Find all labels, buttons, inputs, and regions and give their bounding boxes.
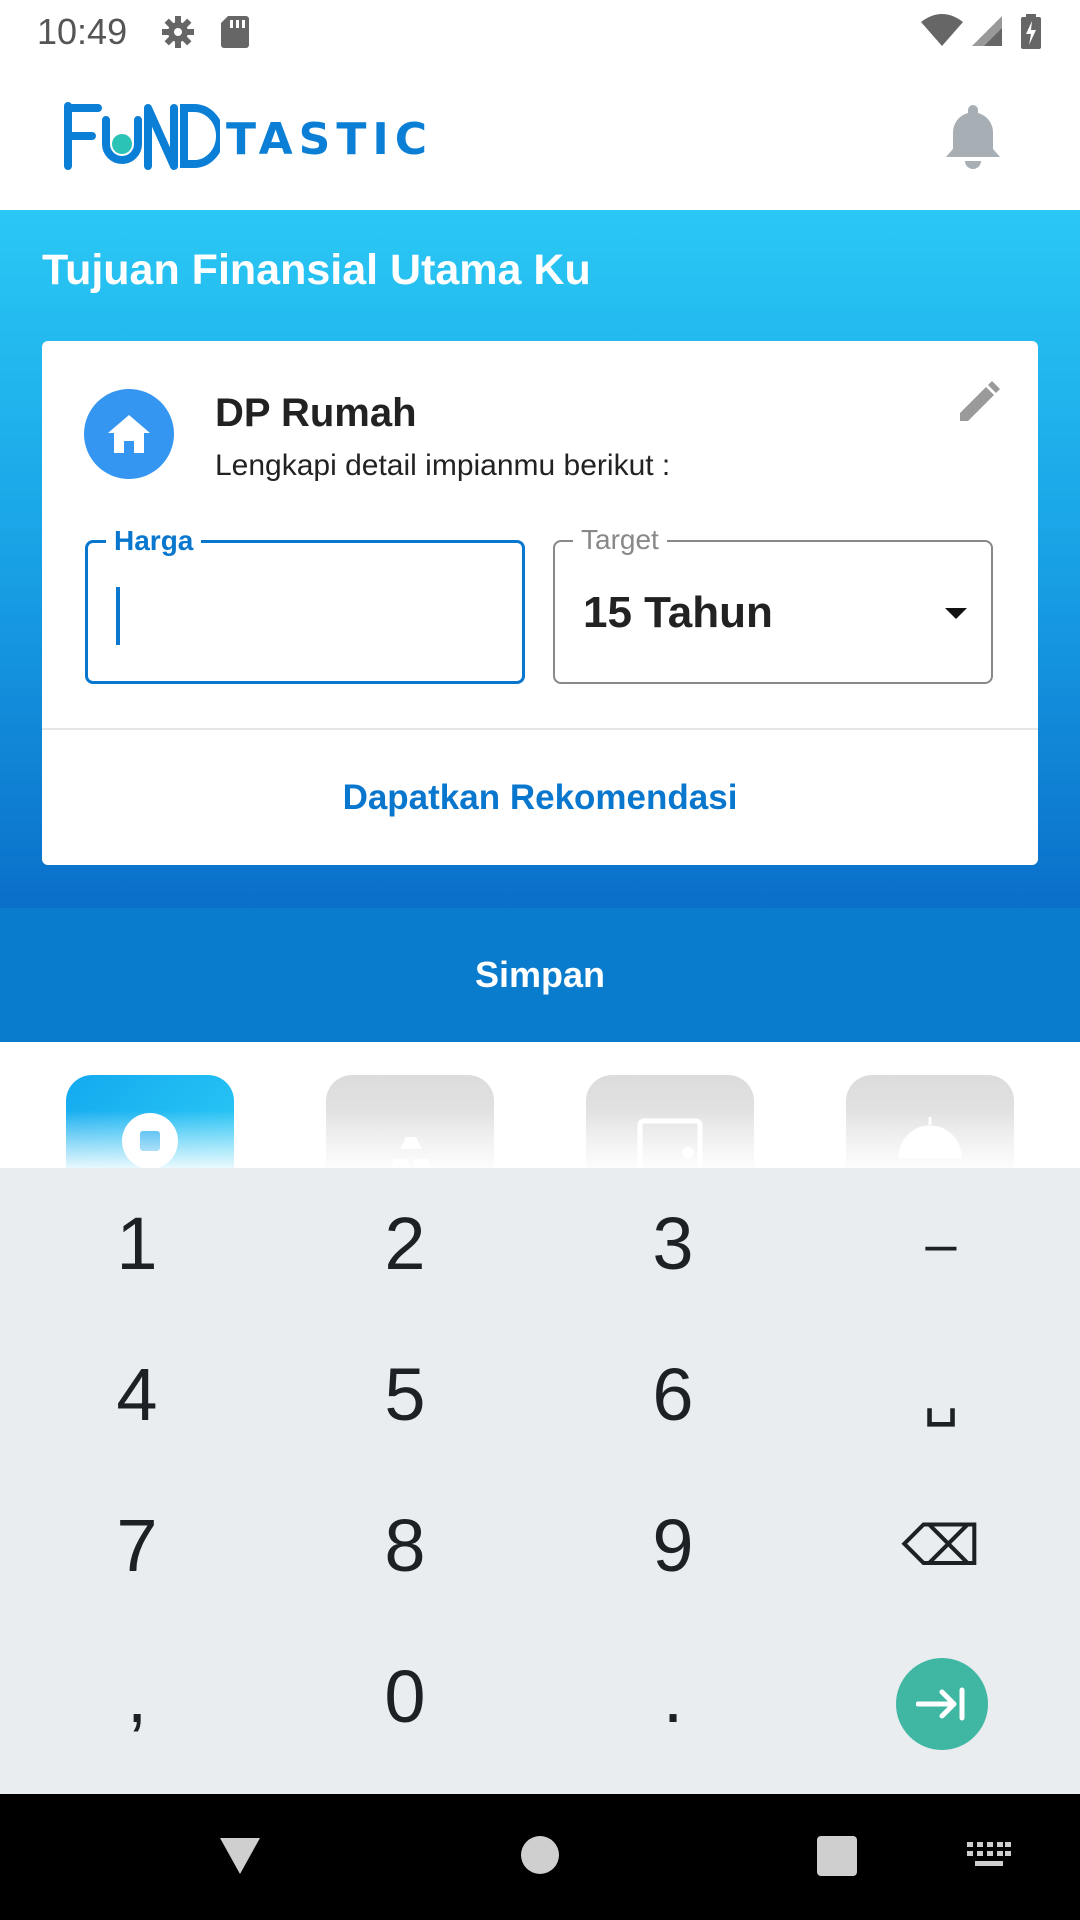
- save-button[interactable]: Simpan: [0, 908, 1080, 1042]
- key-period[interactable]: .: [538, 1621, 808, 1772]
- numeric-keyboard: 1 2 3 – 4 5 6 ␣ 7 8 9 ⌫ , 0 .: [0, 1168, 1080, 1794]
- signal-icon: [972, 16, 1002, 46]
- target-label: Target: [573, 524, 667, 556]
- key-7[interactable]: 7: [2, 1470, 272, 1621]
- gear-icon: [162, 16, 194, 48]
- goal-card: DP Rumah Lengkapi detail impianmu beriku…: [42, 341, 1038, 865]
- financial-goal-section: Tujuan Finansial Utama Ku DP Rumah Lengk…: [0, 210, 1080, 908]
- logo-tastic-text: TASTIC: [226, 113, 434, 165]
- keyboard-icon[interactable]: [967, 1842, 1011, 1870]
- home-circle-icon[interactable]: [521, 1836, 559, 1874]
- goal-subtitle: Lengkapi detail impianmu berikut :: [215, 449, 671, 482]
- key-minus[interactable]: –: [806, 1168, 1076, 1319]
- system-nav-bar: [0, 1794, 1080, 1920]
- dropdown-arrow-icon: [945, 608, 967, 619]
- status-time: 10:49: [37, 11, 128, 52]
- logo-fund-mark: [64, 102, 220, 170]
- wifi-icon: [921, 14, 963, 46]
- recents-icon[interactable]: [817, 1836, 857, 1876]
- key-9[interactable]: 9: [538, 1470, 808, 1621]
- key-3[interactable]: 3: [538, 1168, 808, 1319]
- key-8[interactable]: 8: [270, 1470, 540, 1621]
- key-backspace[interactable]: ⌫: [806, 1470, 1076, 1621]
- get-recommendation-button[interactable]: Dapatkan Rekomendasi: [42, 730, 1038, 865]
- harga-label: Harga: [106, 525, 202, 557]
- app-bar: TASTIC: [0, 63, 1080, 210]
- key-6[interactable]: 6: [538, 1319, 808, 1470]
- key-2[interactable]: 2: [270, 1168, 540, 1319]
- status-bar: 10:49: [0, 0, 1080, 63]
- key-0[interactable]: 0: [270, 1621, 540, 1772]
- key-4[interactable]: 4: [2, 1319, 272, 1470]
- back-icon[interactable]: [218, 1836, 262, 1876]
- section-title: Tujuan Finansial Utama Ku: [42, 246, 591, 294]
- battery-charging-icon: [1021, 14, 1041, 49]
- harga-input[interactable]: [124, 583, 508, 649]
- tab-next-icon: [916, 1687, 965, 1721]
- key-1[interactable]: 1: [2, 1168, 272, 1319]
- harga-field[interactable]: Harga: [85, 525, 525, 684]
- fundtastic-logo: TASTIC: [62, 100, 433, 172]
- pencil-icon[interactable]: [956, 381, 1000, 425]
- goal-title: DP Rumah: [215, 391, 417, 435]
- bell-icon[interactable]: [940, 101, 1006, 173]
- home-icon: [84, 389, 174, 479]
- sd-card-icon: [221, 16, 249, 48]
- tiles-fade-overlay: [0, 1110, 1080, 1168]
- key-space[interactable]: ␣: [806, 1319, 1076, 1470]
- target-dropdown[interactable]: Target 15 Tahun: [553, 524, 993, 684]
- key-next[interactable]: [896, 1658, 988, 1750]
- key-comma[interactable]: ,: [2, 1621, 272, 1772]
- text-caret: [116, 587, 120, 645]
- target-value: 15 Tahun: [583, 588, 773, 637]
- key-5[interactable]: 5: [270, 1319, 540, 1470]
